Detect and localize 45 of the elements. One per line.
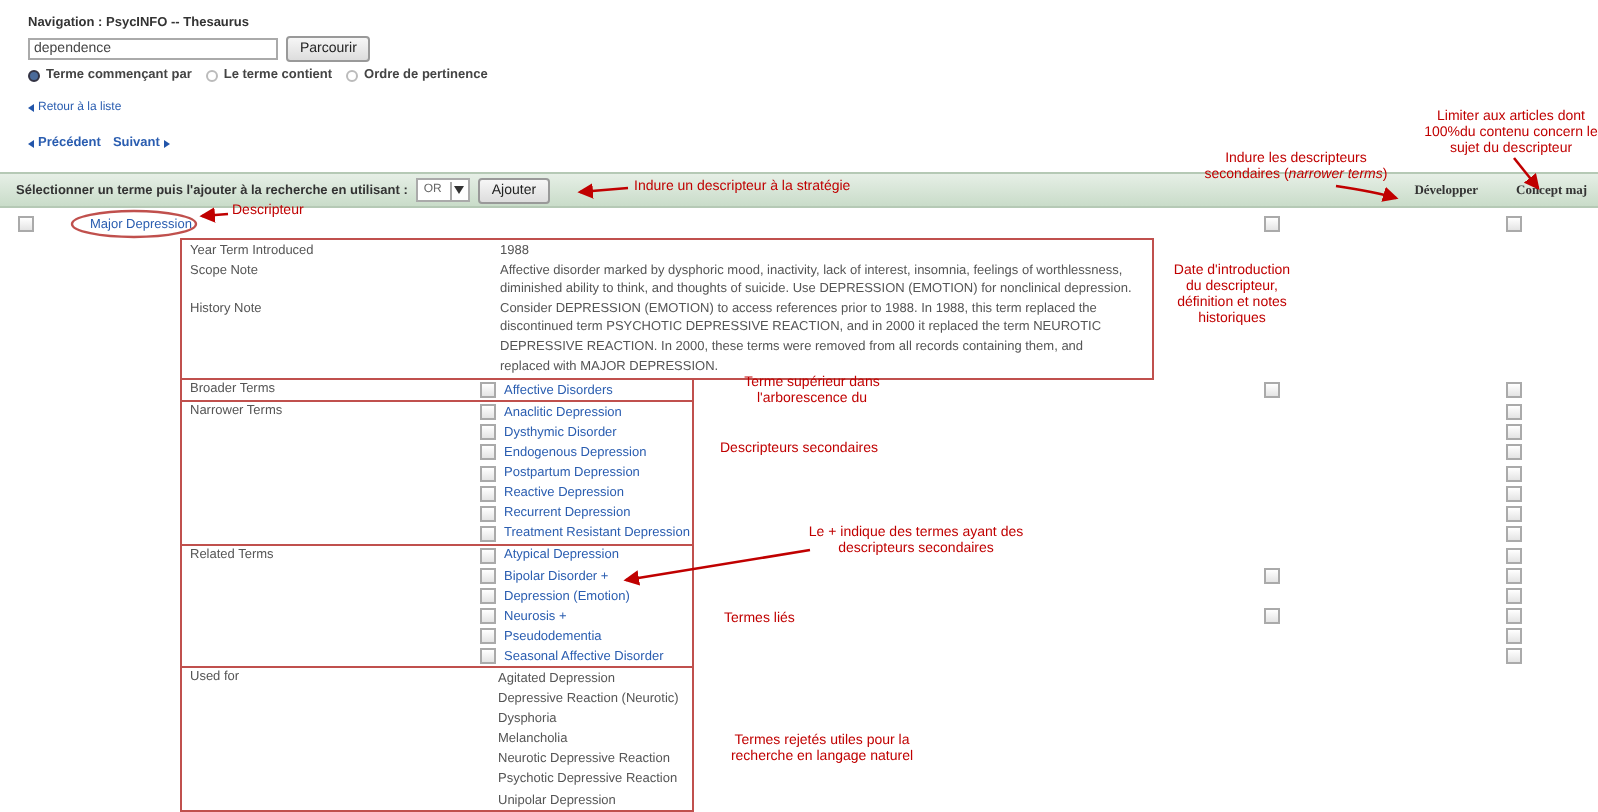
checkbox[interactable]: [480, 444, 496, 461]
checkbox[interactable]: [480, 588, 496, 605]
radio-button[interactable]: [28, 69, 40, 81]
checkbox[interactable]: [480, 404, 496, 421]
checkbox[interactable]: [1264, 382, 1280, 399]
checkbox[interactable]: [1506, 608, 1522, 625]
radio-button[interactable]: [346, 69, 359, 81]
checkbox[interactable]: [1506, 505, 1522, 522]
checkbox[interactable]: [480, 525, 496, 542]
checkbox[interactable]: [1506, 547, 1522, 564]
dropdown-arrow-icon: [449, 181, 466, 199]
checkbox[interactable]: [1506, 648, 1522, 665]
checkbox[interactable]: [1506, 465, 1522, 482]
checkbox[interactable]: [1264, 608, 1280, 625]
checkbox[interactable]: [1506, 424, 1522, 441]
checkbox[interactable]: [18, 216, 34, 232]
checkbox[interactable]: [480, 505, 496, 522]
checkbox[interactable]: [480, 382, 496, 399]
checkbox[interactable]: [1506, 628, 1522, 645]
checkbox[interactable]: [1506, 485, 1522, 502]
checkbox[interactable]: [480, 547, 496, 564]
checkbox[interactable]: [1264, 568, 1280, 585]
annotation-arrow: [1335, 184, 1399, 202]
checkbox[interactable]: [1506, 568, 1522, 585]
checkbox[interactable]: [1506, 216, 1522, 232]
annotation-arrow: [577, 183, 629, 199]
checkbox[interactable]: [480, 568, 496, 585]
checkbox[interactable]: [480, 628, 496, 645]
checkbox[interactable]: [480, 648, 496, 665]
annotation-arrow: [199, 207, 229, 223]
back-arrow-icon: [28, 104, 34, 112]
checkbox[interactable]: [480, 424, 496, 441]
checkbox[interactable]: [480, 485, 496, 502]
previous-arrow-icon: [28, 139, 34, 147]
checkbox[interactable]: [1506, 525, 1522, 542]
checkbox[interactable]: [1506, 404, 1522, 421]
checkbox[interactable]: [1506, 588, 1522, 605]
checkbox[interactable]: [480, 608, 496, 625]
next-arrow-icon: [163, 139, 170, 147]
checkbox[interactable]: [480, 465, 496, 482]
checkbox[interactable]: [1264, 216, 1280, 232]
checkbox[interactable]: [1506, 382, 1522, 399]
radio-button[interactable]: [205, 69, 218, 81]
highlight-ellipse: [70, 209, 198, 239]
checkbox[interactable]: [1506, 444, 1522, 461]
